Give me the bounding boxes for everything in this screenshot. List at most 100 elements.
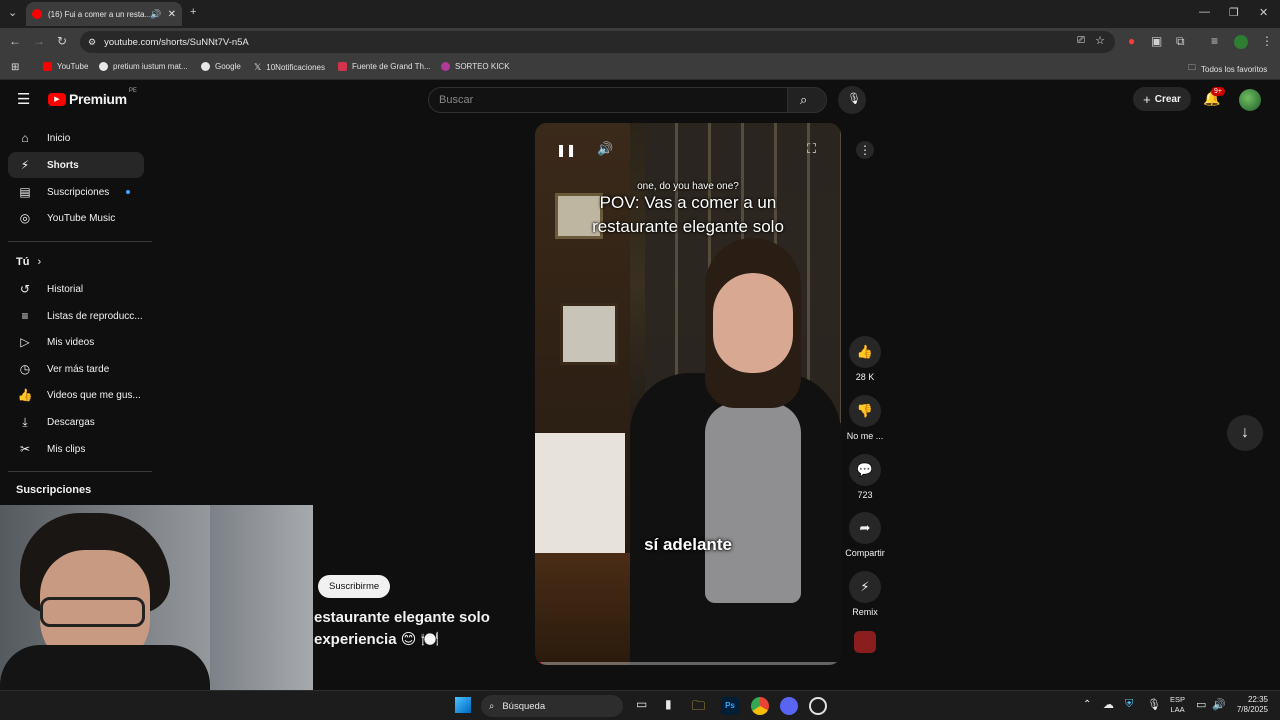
clock-time: 22:35 <box>1247 695 1268 704</box>
profile-avatar-icon[interactable] <box>1234 35 1248 49</box>
bookmark-item[interactable]: pretium iustum mat... <box>99 62 188 71</box>
fandom-icon <box>338 62 347 71</box>
youtube-logo[interactable]: ▶ Premium PE <box>48 88 137 107</box>
sidebar-item-suscripciones[interactable]: ▤ Suscripciones <box>8 179 144 205</box>
reload-icon[interactable]: ↻ <box>57 34 67 48</box>
like-button[interactable]: 👍 28 K <box>845 336 885 382</box>
bookmark-item[interactable]: 𝕏 10Notificaciones <box>254 62 325 73</box>
file-explorer-icon[interactable]: 🗀 <box>692 697 705 719</box>
like-icon: 👍 <box>17 388 33 402</box>
sidebar-item-mis-videos[interactable]: ▷ Mis videos <box>8 329 144 355</box>
restore-icon[interactable]: ❐ <box>1229 6 1239 19</box>
network-icon[interactable]: ▭ <box>1196 698 1206 711</box>
extensions-puzzle-icon[interactable]: ⧉ <box>1176 34 1185 49</box>
tab-list-icon[interactable]: ⌄ <box>8 6 17 19</box>
comment-icon: 💬 <box>849 454 881 486</box>
hamburger-menu-icon[interactable]: ☰ <box>17 90 30 108</box>
sidebar-item-label: Historial <box>47 283 84 295</box>
folder-icon: 🗀 <box>1188 63 1196 72</box>
speaker-icon[interactable]: 🔊 <box>1212 698 1226 711</box>
volume-icon[interactable]: 🔊 <box>597 141 613 157</box>
close-tab-icon[interactable]: ✕ <box>168 9 176 20</box>
history-icon: ↺ <box>19 282 31 296</box>
comments-button[interactable]: 💬 723 <box>845 454 885 500</box>
browser-menu-icon[interactable]: ⋮ <box>1261 34 1273 48</box>
sidebar-subscriptions-heading: Suscripciones <box>16 484 92 496</box>
back-icon[interactable]: ← <box>9 34 21 48</box>
sidebar-item-descargas[interactable]: ⤓ Descargas <box>8 409 144 435</box>
app-icon[interactable] <box>809 697 827 715</box>
chrome-icon[interactable] <box>751 697 769 715</box>
search-input[interactable]: Buscar <box>428 87 788 113</box>
bookmark-star-icon[interactable]: ☆ <box>1095 34 1105 47</box>
sidebar-section-you[interactable]: Tú › <box>8 249 144 275</box>
new-tab-icon[interactable]: + <box>190 6 196 18</box>
bookmark-label: Fuente de Grand Th... <box>352 62 431 71</box>
apps-grid-icon[interactable]: ⊞ <box>11 62 19 73</box>
url-field[interactable]: ⚙ youtube.com/shorts/SuNNt7V-n5A ⎚ ☆ <box>80 31 1115 53</box>
sidebar-item-youtube-music[interactable]: ◎ YouTube Music <box>8 205 144 231</box>
all-bookmarks-folder[interactable]: 🗀 Todos los favoritos <box>1188 62 1267 76</box>
browser-address-bar: ← → ↻ ⚙ youtube.com/shorts/SuNNt7V-n5A ⎚… <box>0 28 1280 56</box>
microphone-icon[interactable]: 🎙 <box>1147 698 1161 711</box>
show-hidden-icons-icon[interactable]: ⌃ <box>1083 699 1091 710</box>
photoshop-icon[interactable]: Ps <box>721 697 739 715</box>
subscribe-button[interactable]: Suscribirme <box>318 575 391 598</box>
app-icon[interactable]: ▮ <box>665 697 672 711</box>
notification-count-badge: 9+ <box>1211 87 1225 96</box>
share-button[interactable]: ➦ Compartir <box>840 512 890 558</box>
taskbar-search[interactable]: ⌕ Búsqueda <box>481 695 623 717</box>
create-button[interactable]: + Crear <box>1133 87 1191 111</box>
site-info-icon[interactable]: ⚙ <box>88 37 96 48</box>
media-controls-icon[interactable]: ≡ <box>1211 34 1218 48</box>
bookmark-label: 10Notificaciones <box>266 63 325 72</box>
clock[interactable]: 22:35 7/8/2025 <box>1228 695 1268 715</box>
sidebar-item-historial[interactable]: ↺ Historial <box>8 276 144 302</box>
search-button[interactable]: ⌕ <box>787 87 827 113</box>
sidebar-item-ver-mas-tarde[interactable]: ◷ Ver más tarde <box>8 356 144 382</box>
remix-button[interactable]: ⚡ Remix <box>845 571 885 617</box>
sidebar-item-label: Inicio <box>47 132 71 144</box>
bookmark-item[interactable]: YouTube <box>43 62 88 71</box>
task-view-icon[interactable]: ▭ <box>636 697 647 711</box>
voice-search-button[interactable]: 🎙 <box>838 86 866 114</box>
discord-icon[interactable] <box>780 697 798 715</box>
minimize-icon[interactable]: — <box>1199 6 1210 18</box>
bookmark-label: pretium iustum mat... <box>113 62 188 71</box>
language-indicator[interactable]: ESP LAA <box>1170 695 1185 715</box>
close-window-icon[interactable]: ✕ <box>1259 6 1268 19</box>
sidebar-item-listas[interactable]: ≡ Listas de reproducc... <box>8 303 144 329</box>
install-icon[interactable]: ⎚ <box>1077 35 1085 46</box>
more-options-icon[interactable]: ⋮ <box>856 141 874 159</box>
next-short-button[interactable]: ↓ <box>1227 415 1263 451</box>
sidebar-divider <box>8 471 152 472</box>
video-progress-bar[interactable] <box>535 662 841 665</box>
sidebar-item-shorts[interactable]: ⚡ Shorts <box>8 152 144 178</box>
channel-sound-thumbnail[interactable] <box>854 631 876 653</box>
webcam-overlay <box>0 505 313 690</box>
shield-icon[interactable]: ⛨ <box>1125 698 1133 711</box>
browser-tab[interactable]: (16) Fui a comer a un resta... 🔊 ✕ <box>26 2 182 26</box>
video-scene <box>560 303 618 365</box>
sidebar-item-videos-que-me-gustan[interactable]: 👍 Videos que me gus... <box>8 382 144 408</box>
pause-icon[interactable]: ❚❚ <box>556 143 576 157</box>
bookmark-item[interactable]: Fuente de Grand Th... <box>338 62 431 71</box>
bookmark-item[interactable]: SORTEO KICK <box>441 62 510 71</box>
windows-start-icon[interactable] <box>455 697 471 713</box>
notifications-button[interactable]: 🔔 9+ <box>1203 87 1225 107</box>
extension-icon[interactable]: ▣ <box>1151 34 1162 48</box>
dislike-button[interactable]: 👎 No me ... <box>845 395 885 441</box>
bookmark-item[interactable]: Google <box>201 62 241 71</box>
sidebar-item-mis-clips[interactable]: ✂ Mis clips <box>8 436 144 462</box>
bookmark-label: SORTEO KICK <box>455 62 510 71</box>
fullscreen-icon[interactable]: ⛶ <box>807 141 816 157</box>
tab-audio-icon[interactable]: 🔊 <box>150 9 161 20</box>
onedrive-icon[interactable]: ☁ <box>1103 698 1114 711</box>
shorts-icon: ⚡ <box>20 158 30 172</box>
forward-icon[interactable]: → <box>33 34 45 48</box>
extension-icon[interactable]: ● <box>1128 34 1135 48</box>
search-icon: ⌕ <box>489 700 495 712</box>
account-avatar[interactable] <box>1239 89 1261 111</box>
sidebar-item-inicio[interactable]: ⌂ Inicio <box>8 125 144 151</box>
short-video-player[interactable]: ❚❚ 🔊 ⛶ one, do you have one? POV: Vas a … <box>535 123 841 665</box>
